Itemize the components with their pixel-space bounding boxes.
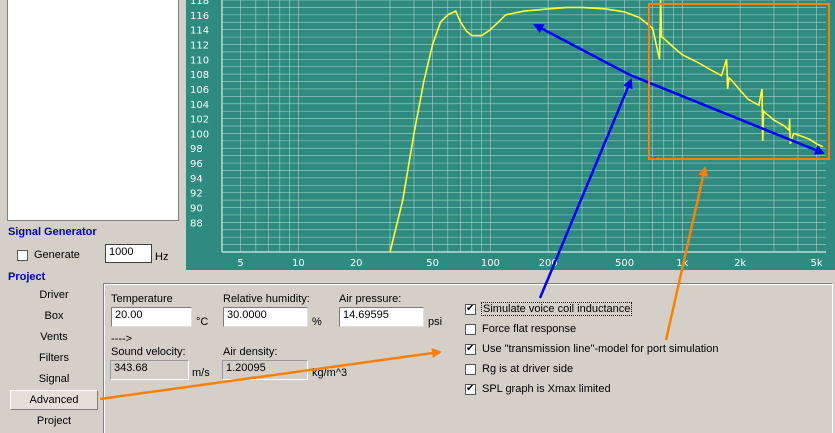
frequency-unit: Hz — [155, 251, 169, 263]
temperature-input[interactable]: 20.00 — [111, 307, 192, 327]
air-density-label: Air density: — [223, 346, 278, 358]
x-tick-label: 1k — [676, 258, 688, 269]
nav-driver[interactable]: Driver — [10, 289, 98, 301]
humidity-unit: % — [312, 316, 322, 328]
x-tick-label: 100 — [481, 258, 500, 269]
nav-advanced[interactable]: Advanced — [10, 390, 98, 410]
x-tick-label: 5 — [237, 258, 243, 269]
x-tick-label: 20 — [350, 258, 363, 269]
project-list-panel — [7, 0, 179, 221]
nav-project[interactable]: Project — [10, 415, 98, 427]
x-tick-label: 5k — [810, 258, 822, 269]
pressure-label: Air pressure: — [339, 293, 402, 305]
y-tick-label: 92 — [190, 189, 203, 200]
nav-signal[interactable]: Signal — [10, 373, 98, 385]
generate-checkbox[interactable] — [17, 250, 28, 261]
temperature-label: Temperature — [111, 293, 173, 305]
y-tick-label: 90 — [190, 204, 203, 215]
x-tick-label: 200 — [539, 258, 558, 269]
xmax-limited-checkbox[interactable] — [465, 383, 476, 395]
sound-velocity-value: 343.68 — [110, 360, 189, 380]
y-tick-label: 116 — [190, 11, 209, 22]
signal-generator-title: Signal Generator — [8, 226, 97, 238]
nav-filters[interactable]: Filters — [10, 352, 98, 364]
sound-velocity-unit: m/s — [192, 367, 210, 379]
y-tick-label: 100 — [190, 129, 209, 140]
y-tick-label: 106 — [190, 85, 209, 96]
arrow-text: ----> — [111, 333, 133, 345]
y-tick-label: 98 — [190, 144, 203, 155]
y-tick-label: 94 — [190, 174, 203, 185]
rg-driver-side-checkbox[interactable] — [465, 364, 476, 375]
nav-box[interactable]: Box — [10, 310, 98, 322]
air-density-unit: kg/m^3 — [312, 367, 348, 379]
transmission-line-checkbox[interactable] — [465, 343, 476, 355]
sound-velocity-label: Sound velocity: — [111, 346, 186, 358]
x-tick-label: 10 — [292, 258, 305, 269]
y-tick-label: 118 — [190, 0, 209, 7]
spl-chart: 118 116 114 112 110 108 106 104 102 100 98 96 94 92 90… — [186, 0, 835, 270]
y-tick-label: 102 — [190, 115, 209, 126]
force-flat-response-label: Force flat response — [482, 323, 577, 335]
humidity-label: Relative humidity: — [223, 293, 310, 305]
transmission-line-label: Use "transmission line"-model for port s… — [482, 343, 719, 355]
voice-coil-inductance-label: Simulate voice coil inductance — [480, 302, 633, 316]
voice-coil-inductance-checkbox[interactable] — [465, 303, 476, 315]
y-tick-label: 110 — [190, 55, 209, 66]
nav-vents[interactable]: Vents — [10, 331, 98, 343]
y-tick-label: 96 — [190, 159, 203, 170]
y-tick-label: 108 — [190, 70, 209, 81]
y-tick-label: 104 — [190, 100, 209, 111]
humidity-input[interactable]: 30.0000 — [223, 307, 308, 327]
rg-driver-side-label: Rg is at driver side — [482, 363, 574, 375]
x-tick-label: 2k — [734, 258, 746, 269]
x-tick-label: 50 — [426, 258, 439, 269]
y-tick-label: 112 — [190, 40, 209, 51]
pressure-input[interactable]: 14.69595 — [339, 307, 424, 327]
xmax-limited-label: SPL graph is Xmax limited — [482, 383, 611, 395]
temperature-unit: °C — [196, 316, 209, 328]
generate-label: Generate — [34, 249, 80, 261]
x-tick-label: 500 — [615, 258, 634, 269]
y-tick-label: 114 — [190, 26, 209, 37]
air-density-value: 1.20095 — [222, 360, 308, 380]
pressure-unit: psi — [428, 316, 443, 328]
force-flat-response-checkbox[interactable] — [465, 324, 476, 335]
y-tick-label: 88 — [190, 218, 203, 229]
frequency-input[interactable]: 1000 — [105, 244, 152, 263]
project-section-title: Project — [8, 271, 46, 283]
